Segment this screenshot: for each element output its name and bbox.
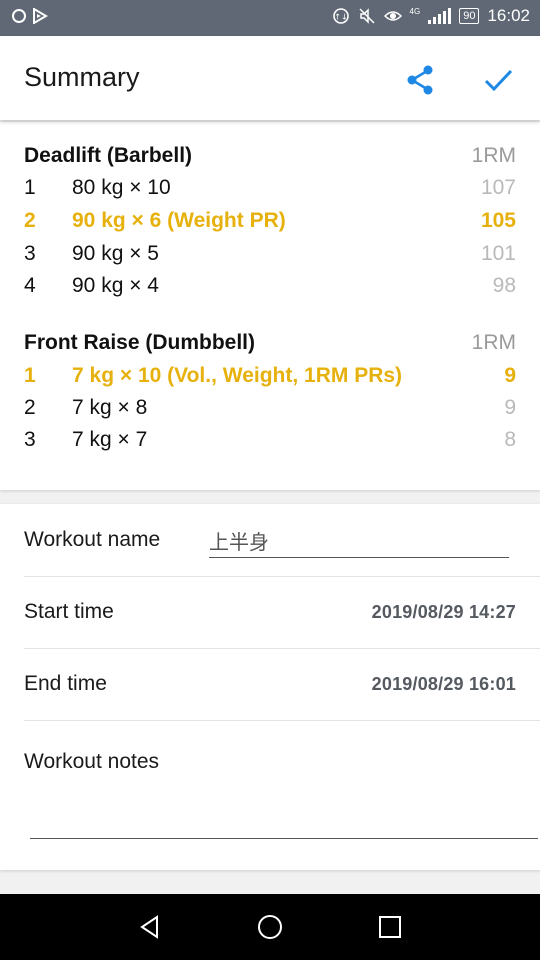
- workout-notes-input[interactable]: [30, 754, 538, 839]
- sync-circle-icon: [12, 9, 26, 23]
- set-number: 3: [24, 242, 36, 265]
- set-number: 1: [24, 176, 36, 199]
- divider: [24, 720, 540, 721]
- set-1rm: 9: [504, 364, 516, 387]
- battery-icon: 90: [459, 8, 480, 24]
- workout-name-input[interactable]: [209, 524, 509, 558]
- set-row: 4 90 kg × 4 98: [24, 274, 516, 306]
- start-time-label: Start time: [24, 600, 114, 623]
- navigation-bar: [0, 894, 540, 960]
- set-1rm: 101: [480, 242, 516, 265]
- set-description: 80 kg × 10: [72, 176, 171, 199]
- set-1rm: 8: [504, 428, 516, 451]
- home-icon[interactable]: [255, 912, 285, 942]
- set-description: 7 kg × 7: [72, 428, 148, 451]
- set-1rm: 107: [480, 176, 516, 199]
- set-number: 2: [24, 396, 36, 419]
- signal-icon: [428, 8, 452, 24]
- set-1rm: 98: [492, 274, 516, 297]
- workout-name-label: Workout name: [24, 528, 161, 551]
- rm-column-label: 1RM: [471, 331, 516, 354]
- end-time-label: End time: [24, 672, 107, 695]
- mute-icon: [359, 8, 375, 24]
- network-type: 4G: [409, 6, 421, 16]
- set-description: 90 kg × 6 (Weight PR): [72, 209, 286, 232]
- back-icon[interactable]: [135, 912, 165, 942]
- set-row: 1 80 kg × 10 107: [24, 176, 516, 208]
- set-number: 3: [24, 428, 36, 451]
- start-time-value[interactable]: 2019/08/29 14:27: [372, 602, 516, 623]
- exercise-name: Front Raise (Dumbbell): [24, 331, 256, 354]
- check-icon[interactable]: [478, 60, 518, 100]
- share-icon[interactable]: [400, 60, 440, 100]
- end-time-row[interactable]: End time 2019/08/29 16:01: [0, 648, 540, 720]
- set-1rm: 9: [504, 396, 516, 419]
- set-row: 2 7 kg × 8 9: [24, 396, 516, 428]
- set-description: 90 kg × 4: [72, 274, 159, 297]
- app-bar: Summary: [0, 36, 540, 120]
- set-number: 1: [24, 364, 36, 387]
- play-store-icon: [33, 8, 48, 24]
- workout-details-card: Workout name Start time 2019/08/29 14:27…: [0, 504, 540, 870]
- set-1rm: 105: [480, 209, 516, 232]
- set-description: 7 kg × 10 (Vol., Weight, 1RM PRs): [72, 364, 403, 387]
- set-row-pr: 2 90 kg × 6 (Weight PR) 105: [24, 209, 516, 241]
- end-time-value[interactable]: 2019/08/29 16:01: [372, 674, 516, 695]
- status-bar: ↑↓ 4G 90 16:02: [0, 0, 540, 36]
- start-time-row[interactable]: Start time 2019/08/29 14:27: [0, 576, 540, 648]
- set-number: 2: [24, 209, 36, 232]
- data-saver-icon: ↑↓: [332, 8, 349, 24]
- exercise-header: Front Raise (Dumbbell) 1RM: [24, 331, 516, 363]
- rm-column-label: 1RM: [471, 144, 516, 167]
- set-number: 4: [24, 274, 36, 297]
- set-description: 90 kg × 5: [72, 242, 159, 265]
- exercise-header: Deadlift (Barbell) 1RM: [24, 144, 516, 176]
- recents-icon[interactable]: [375, 912, 405, 942]
- svg-text:↑↓: ↑↓: [334, 13, 347, 22]
- set-row: 3 90 kg × 5 101: [24, 242, 516, 274]
- workout-name-row: Workout name: [0, 504, 540, 576]
- set-row-pr: 1 7 kg × 10 (Vol., Weight, 1RM PRs) 9: [24, 364, 516, 396]
- eye-comfort-icon: [383, 11, 402, 21]
- set-row: 3 7 kg × 7 8: [24, 428, 516, 460]
- exercise-name: Deadlift (Barbell): [24, 144, 193, 167]
- exercise-summary-card: Deadlift (Barbell) 1RM 1 80 kg × 10 107 …: [0, 122, 540, 490]
- set-description: 7 kg × 8: [72, 396, 148, 419]
- clock: 16:02: [487, 6, 530, 25]
- page-title: Summary: [24, 62, 140, 92]
